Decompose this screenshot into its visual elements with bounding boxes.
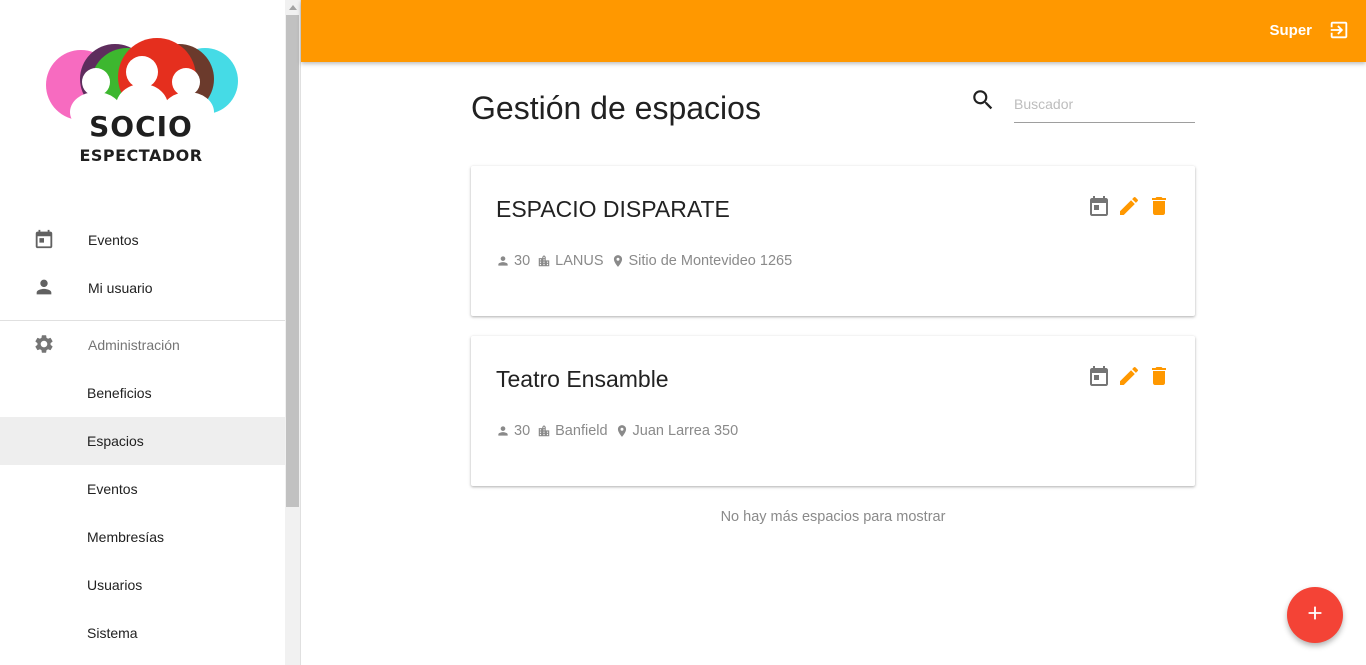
calendar-icon[interactable] (1087, 364, 1111, 388)
location-pin-icon (611, 254, 625, 268)
sidebar-item-beneficios[interactable]: Beneficios (0, 369, 285, 417)
page-title: Gestión de espacios (471, 90, 761, 126)
sidebar-item-label: Usuarios (87, 577, 143, 593)
sidebar-item-label: Administración (88, 337, 180, 353)
gear-icon (33, 333, 55, 355)
sidebar-scrollbar[interactable] (285, 0, 300, 665)
space-capacity: 30 (514, 423, 531, 439)
person-icon (496, 254, 510, 268)
logout-icon[interactable] (1328, 19, 1350, 41)
edit-pencil-icon[interactable] (1117, 364, 1141, 388)
edit-pencil-icon[interactable] (1117, 194, 1141, 218)
city-icon (537, 254, 551, 268)
space-locality: Banfield (555, 423, 608, 439)
space-name: ESPACIO DISPARATE (496, 196, 730, 222)
space-address: Sitio de Montevideo 1265 (628, 253, 793, 269)
scroll-up-arrow-icon[interactable] (289, 5, 297, 10)
delete-trash-icon[interactable] (1147, 364, 1171, 388)
scrollbar-thumb[interactable] (286, 15, 299, 507)
plus-icon (1304, 602, 1326, 629)
sidebar-item-sistema[interactable]: Sistema (0, 609, 285, 657)
space-locality: LANUS (555, 253, 604, 269)
search-input[interactable] (1014, 85, 1195, 123)
person-icon (33, 276, 55, 298)
sidebar-item-eventos[interactable]: Eventos (0, 216, 285, 264)
location-pin-icon (615, 424, 629, 438)
space-capacity: 30 (514, 253, 531, 269)
calendar-icon[interactable] (1087, 194, 1111, 218)
sidebar-item-label: Eventos (88, 232, 139, 248)
space-name: Teatro Ensamble (496, 366, 669, 392)
logo-text-socio: SOCIO (89, 110, 193, 143)
logo-text-espectador: ESPECTADOR (79, 146, 203, 165)
space-meta: 30 LANUS Sitio de Montevideo 1265 (496, 253, 792, 269)
sidebar-item-label: Membresías (87, 529, 165, 545)
sidebar-item-label: Beneficios (87, 385, 152, 401)
calendar-icon (33, 228, 55, 250)
sidebar: SOCIO ESPECTADOR Eventos Mi usuario Admi… (0, 0, 285, 665)
sidebar-item-label: Mi usuario (88, 280, 153, 296)
sidebar-item-label: Sistema (87, 625, 138, 641)
delete-trash-icon[interactable] (1147, 194, 1171, 218)
space-card: ESPACIO DISPARATE 30 LANUS Sitio de Mont… (471, 166, 1195, 316)
current-user-name[interactable]: Super (1269, 22, 1312, 39)
person-icon (496, 424, 510, 438)
sidebar-item-administracion[interactable]: Administración (0, 321, 285, 369)
sidebar-edge (300, 0, 301, 665)
space-card: Teatro Ensamble 30 Banfield Juan Larrea … (471, 336, 1195, 486)
add-space-button[interactable] (1287, 587, 1343, 643)
sidebar-item-eventos-admin[interactable]: Eventos (0, 465, 285, 513)
sidebar-item-usuarios[interactable]: Usuarios (0, 561, 285, 609)
space-address: Juan Larrea 350 (632, 423, 739, 439)
sidebar-item-espacios[interactable]: Espacios (0, 417, 285, 465)
top-app-bar: Super (301, 0, 1366, 62)
app-logo[interactable]: SOCIO ESPECTADOR (44, 38, 238, 168)
city-icon (537, 424, 551, 438)
sidebar-item-label: Eventos (87, 481, 138, 497)
sidebar-item-membresias[interactable]: Membresías (0, 513, 285, 561)
sidebar-item-label: Espacios (87, 433, 144, 449)
space-meta: 30 Banfield Juan Larrea 350 (496, 423, 738, 439)
search-icon (970, 87, 996, 113)
end-of-list-message: No hay más espacios para mostrar (720, 509, 946, 525)
sidebar-item-mi-usuario[interactable]: Mi usuario (0, 264, 285, 312)
